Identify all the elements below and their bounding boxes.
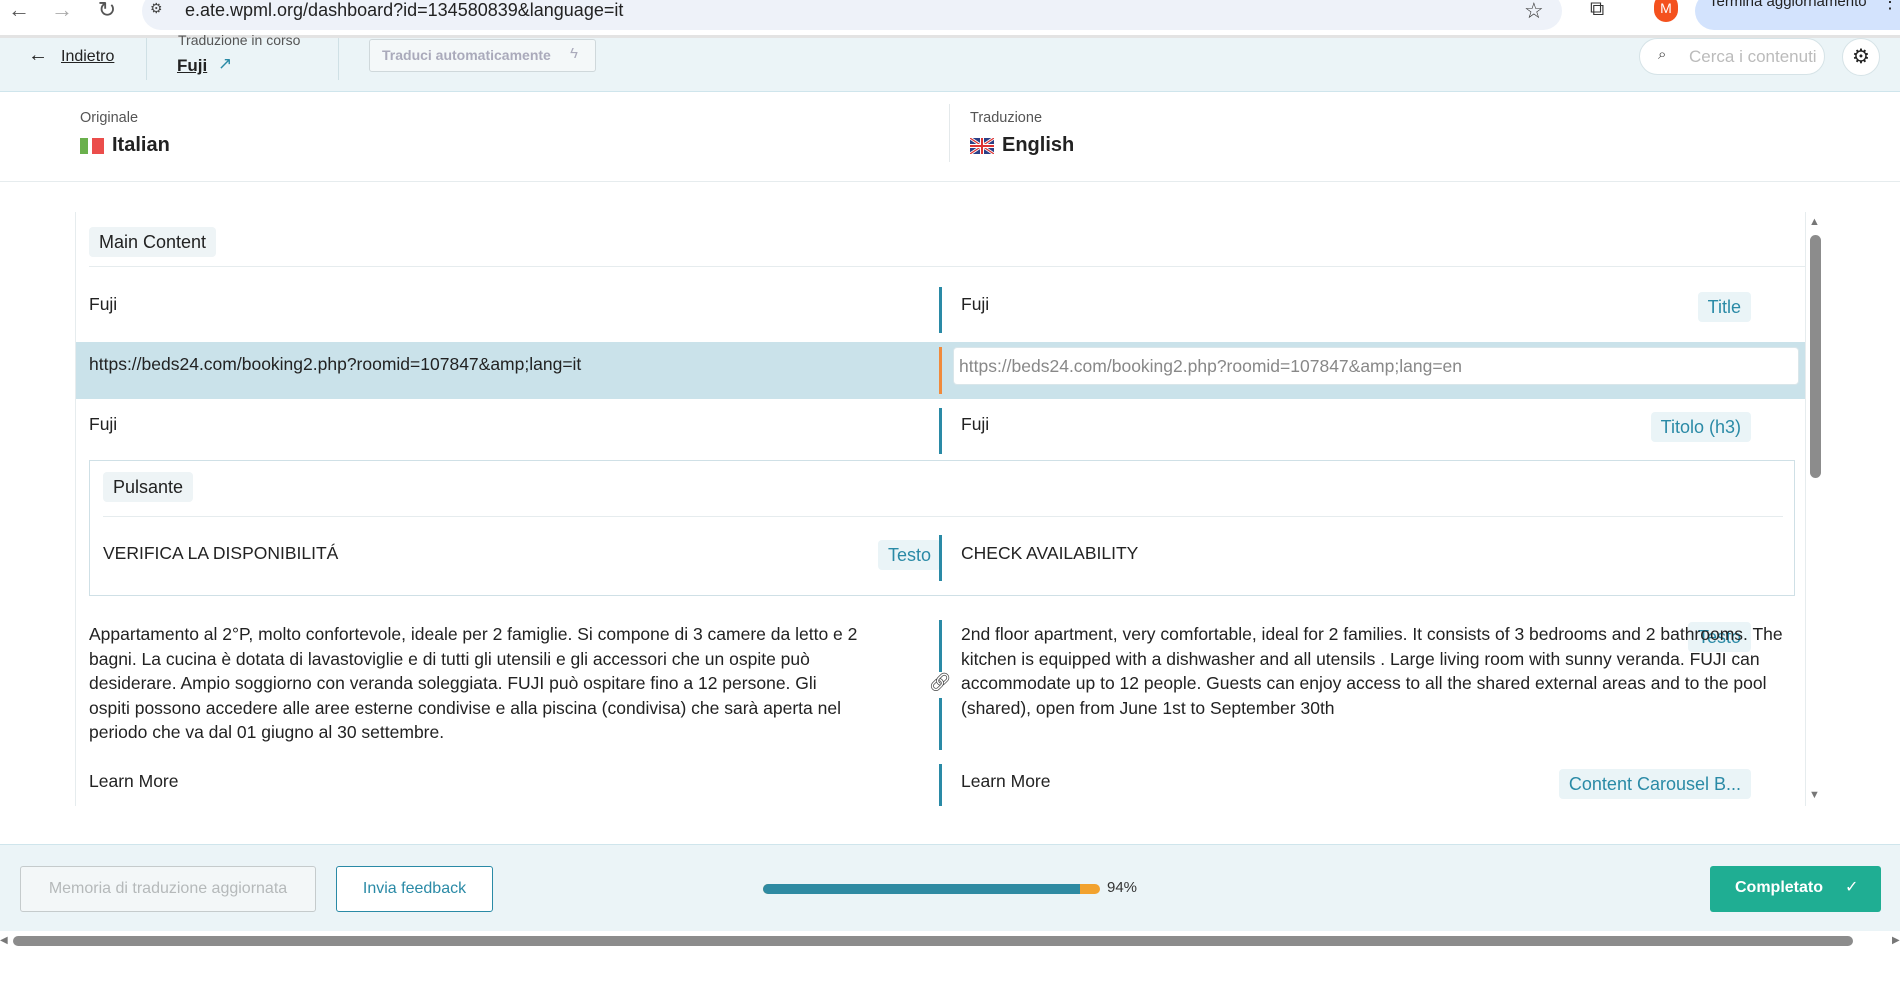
scroll-left-icon[interactable]: ◀ bbox=[0, 935, 8, 946]
complete-button-label: Completato bbox=[1735, 879, 1823, 896]
progress-fill bbox=[763, 884, 1080, 894]
target-label: Traduzione bbox=[970, 110, 1043, 126]
segment-type-tag: Title bbox=[1697, 292, 1751, 322]
source-text: Learn More bbox=[89, 771, 179, 791]
segment-divider bbox=[939, 535, 942, 581]
group-label: Pulsante bbox=[103, 472, 194, 502]
update-button[interactable]: Termina aggiornamento ⋮ bbox=[1695, 0, 1900, 30]
back-link[interactable]: Indietro bbox=[61, 48, 114, 66]
complete-button[interactable]: Completato ✓ bbox=[1710, 866, 1881, 912]
target-text[interactable]: 2nd floor apartment, very comfortable, i… bbox=[961, 622, 1791, 720]
button-group: Pulsante VERIFICA LA DISPONIBILITÁ Testo… bbox=[89, 460, 1795, 596]
reload-icon[interactable]: ↻ bbox=[92, 0, 122, 21]
site-info-icon[interactable]: ⚙ bbox=[150, 0, 163, 17]
target-input-value: https://beds24.com/booking2.php?roomid=1… bbox=[959, 356, 1463, 376]
target-text[interactable]: CHECK AVAILABILITY bbox=[961, 541, 1138, 566]
source-label: Originale bbox=[80, 110, 139, 126]
arrow-left-icon: ← bbox=[28, 44, 48, 66]
scroll-right-icon[interactable]: ▶ bbox=[1892, 935, 1900, 946]
progress-label: 94% bbox=[1107, 879, 1138, 896]
forward-icon[interactable]: → bbox=[47, 0, 77, 21]
horizontal-scrollbar-thumb[interactable] bbox=[13, 936, 1853, 946]
back-icon[interactable]: ← bbox=[4, 0, 34, 21]
segments-panel: Main Content Fuji Title Fuji https://bed… bbox=[75, 212, 1806, 806]
send-feedback-button[interactable]: Invia feedback bbox=[336, 866, 493, 912]
segment-type-tag: Content Carousel B... bbox=[1558, 769, 1751, 799]
translation-memory-button[interactable]: Memoria di traduzione aggiornata bbox=[20, 866, 316, 912]
vertical-scrollbar-thumb[interactable] bbox=[1810, 235, 1821, 478]
editor-header: ← Indietro Traduzione in corso Fuji ↗ Tr… bbox=[0, 32, 1900, 92]
bookmark-star-icon[interactable]: ☆ bbox=[1524, 0, 1544, 24]
target-text[interactable]: Fuji bbox=[961, 412, 989, 437]
source-text: https://beds24.com/booking2.php?roomid=1… bbox=[89, 354, 582, 374]
check-icon: ✓ bbox=[1845, 879, 1859, 896]
segment-divider bbox=[939, 347, 942, 394]
lightning-icon: ϟ bbox=[570, 45, 578, 62]
external-link-icon[interactable]: ↗ bbox=[218, 54, 232, 74]
segment-type-tag: Titolo (h3) bbox=[1650, 412, 1751, 442]
menu-dots-icon[interactable]: ⋮ bbox=[1881, 0, 1899, 12]
divider bbox=[103, 516, 1783, 517]
editor-footer: Memoria di traduzione aggiornata Invia f… bbox=[0, 844, 1900, 931]
source-text: VERIFICA LA DISPONIBILITÁ bbox=[103, 543, 339, 563]
search-icon: ⌕ bbox=[1658, 46, 1667, 63]
divider bbox=[146, 38, 147, 80]
target-text[interactable]: Fuji bbox=[961, 292, 989, 317]
segment-divider bbox=[939, 764, 942, 806]
segment-divider bbox=[939, 287, 942, 333]
auto-translate-button[interactable]: Traduci automaticamente ϟ bbox=[369, 39, 596, 72]
scroll-up-icon[interactable]: ▲ bbox=[1809, 216, 1820, 228]
segment-divider bbox=[939, 408, 942, 454]
search-input[interactable]: ⌕ Cerca i contenuti bbox=[1639, 38, 1825, 75]
search-placeholder: Cerca i contenuti bbox=[1689, 47, 1817, 66]
source-text: Fuji bbox=[89, 294, 118, 314]
target-input[interactable]: https://beds24.com/booking2.php?roomid=1… bbox=[953, 347, 1799, 385]
settings-gear-icon[interactable]: ⚙ bbox=[1842, 38, 1880, 76]
job-title-link[interactable]: Fuji bbox=[177, 56, 207, 76]
source-language: Italian bbox=[112, 134, 170, 156]
extensions-icon[interactable]: ⧉ bbox=[1590, 0, 1604, 21]
source-text: Appartamento al 2°P, molto confortevole,… bbox=[89, 624, 858, 742]
auto-translate-label: Traduci automaticamente bbox=[382, 47, 551, 63]
link-icon[interactable]: 🔗︎ bbox=[928, 672, 952, 698]
section-label: Main Content bbox=[89, 227, 217, 257]
status-label: Traduzione in corso bbox=[178, 32, 301, 48]
divider bbox=[338, 38, 339, 80]
italian-flag-icon bbox=[80, 138, 104, 154]
divider bbox=[949, 104, 950, 162]
update-button-label: Termina aggiornamento bbox=[1709, 0, 1867, 10]
url-text[interactable]: e.ate.wpml.org/dashboard?id=134580839&la… bbox=[185, 0, 623, 20]
divider bbox=[89, 266, 1805, 267]
profile-avatar[interactable]: M bbox=[1654, 0, 1678, 22]
segment-row-active[interactable]: https://beds24.com/booking2.php?roomid=1… bbox=[76, 342, 1805, 399]
uk-flag-icon bbox=[970, 138, 994, 154]
segment-type-tag: Testo bbox=[877, 540, 941, 570]
target-language: English bbox=[1002, 134, 1075, 156]
scroll-down-icon[interactable]: ▼ bbox=[1809, 789, 1820, 801]
target-text[interactable]: Learn More bbox=[961, 769, 1051, 794]
source-text: Fuji bbox=[89, 414, 118, 434]
progress-bar bbox=[763, 884, 1100, 894]
divider bbox=[0, 181, 1900, 182]
